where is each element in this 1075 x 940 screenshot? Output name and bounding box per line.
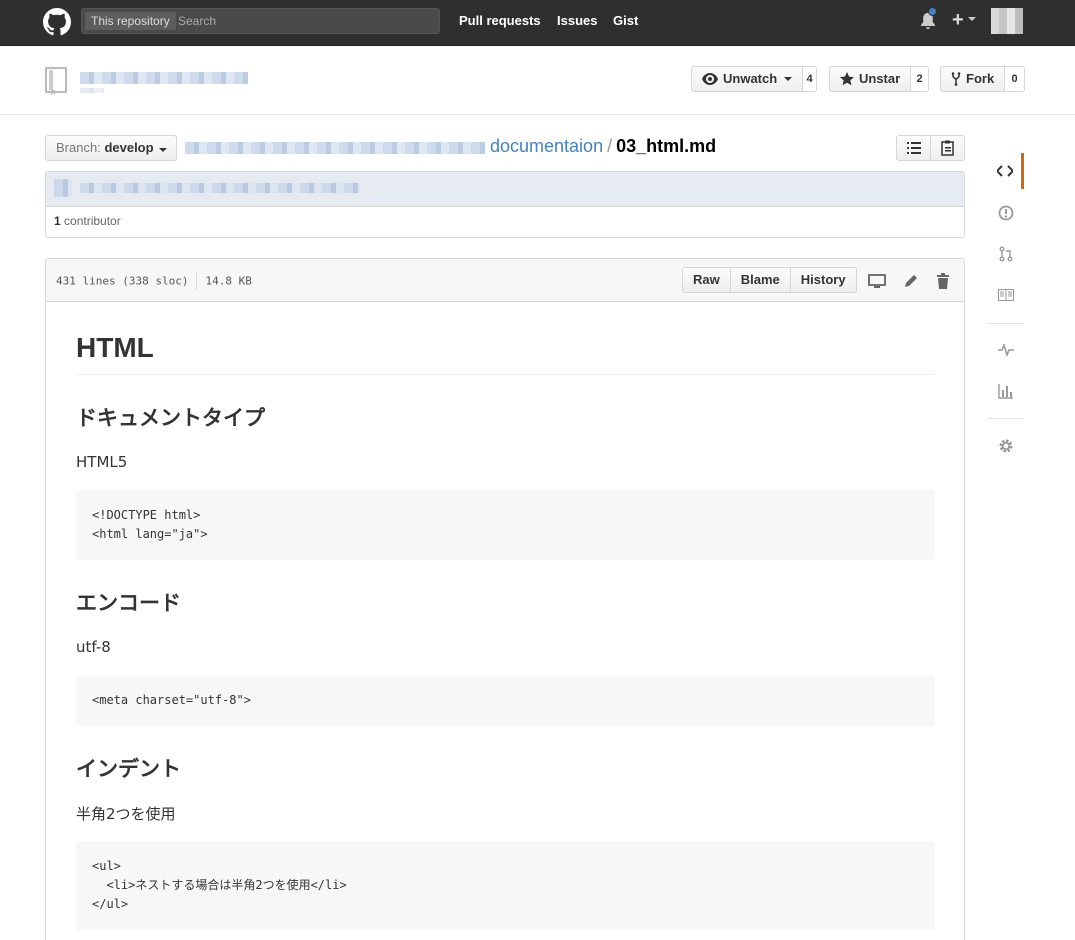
file-nav-button-group [896, 135, 965, 161]
trash-icon[interactable] [934, 272, 952, 290]
notification-unread-dot [928, 7, 937, 16]
fork-icon [951, 72, 961, 86]
list-icon [906, 142, 921, 154]
watch-count[interactable]: 4 [802, 67, 816, 91]
latest-commit-bar [46, 172, 964, 207]
md-heading-rule [76, 374, 935, 375]
sidebar-item-wiki[interactable] [988, 277, 1024, 313]
unstar-label: Unstar [859, 71, 901, 86]
fork-button[interactable]: Fork [941, 67, 1004, 91]
nav-issues[interactable]: Issues [557, 13, 597, 28]
pull-request-icon [999, 246, 1013, 262]
issue-opened-icon [998, 205, 1014, 221]
raw-button[interactable]: Raw [683, 268, 730, 292]
user-avatar[interactable] [991, 8, 1023, 34]
blame-button[interactable]: Blame [729, 268, 790, 292]
eye-icon [702, 73, 718, 85]
md-heading-indent: インデント [76, 757, 181, 781]
graph-icon [998, 384, 1013, 399]
fork-label: Fork [966, 71, 995, 86]
sidebar-item-issues[interactable] [988, 195, 1024, 231]
nav-gist[interactable]: Gist [613, 13, 638, 28]
md-heading-encode: エンコード [76, 591, 181, 615]
sidebar-item-code[interactable] [988, 153, 1024, 189]
search-input[interactable] [178, 11, 433, 31]
repo-name-redacted[interactable] [80, 72, 248, 84]
branch-prefix: Branch: [56, 140, 101, 155]
search-scope-label: This repository [85, 12, 176, 30]
jump-to-button[interactable] [897, 136, 930, 160]
sidebar-divider [988, 323, 1024, 324]
commit-author-avatar[interactable] [54, 179, 72, 197]
unstar-button[interactable]: Unstar [830, 67, 910, 91]
nav-pull-requests[interactable]: Pull requests [459, 13, 541, 28]
github-logo-icon[interactable] [43, 8, 71, 36]
create-new-plus-icon[interactable]: + [952, 9, 964, 32]
watch-button-group: Unwatch 4 [691, 66, 817, 92]
file-info: 431 lines (338 sloc) 14.8 KB [56, 273, 252, 290]
branch-caret-icon [159, 148, 168, 152]
file-viewer: 431 lines (338 sloc) 14.8 KB Raw Blame Hi… [45, 258, 965, 940]
desktop-icon[interactable] [868, 272, 886, 290]
latest-commit-box: 1 contributor [45, 171, 965, 238]
breadcrumb-file-name: 03_html.md [616, 136, 717, 156]
commit-message-redacted[interactable] [80, 183, 360, 193]
sidebar-divider [988, 418, 1024, 419]
create-new-caret-icon[interactable] [968, 17, 976, 21]
fork-button-group: Fork 0 [940, 66, 1025, 92]
sidebar-item-settings[interactable] [988, 428, 1024, 464]
code-icon [996, 165, 1013, 177]
breadcrumb-folder-link[interactable]: documentaion [490, 136, 603, 156]
gear-icon [999, 439, 1013, 453]
md-code-indent: <ul> <li>ネストする場合は半角2つを使用</li> </ul> [76, 841, 935, 930]
contributor-label[interactable]: contributor [64, 214, 121, 228]
book-icon [998, 289, 1014, 301]
history-button[interactable]: History [789, 268, 856, 292]
branch-selector-button[interactable]: Branch: develop [45, 135, 177, 161]
repo-header: Unwatch 4 Unstar 2 Fork 0 [0, 46, 1075, 115]
clipboard-icon [940, 140, 954, 156]
md-code-encode: <meta charset="utf-8"> [76, 675, 935, 726]
unwatch-label: Unwatch [723, 71, 778, 86]
pulse-icon [998, 344, 1014, 356]
md-heading-doctype: ドキュメントタイプ [76, 406, 265, 430]
md-paragraph-indent: 半角2つを使用 [76, 805, 176, 823]
sidebar-item-pulse[interactable] [988, 332, 1024, 368]
file-header: 431 lines (338 sloc) 14.8 KB Raw Blame Hi… [46, 259, 964, 302]
sidebar-item-pull-requests[interactable] [988, 236, 1024, 272]
file-info-divider [196, 273, 198, 290]
file-size: 14.8 KB [205, 274, 252, 288]
breadcrumb: documentaion/03_html.md [490, 136, 716, 157]
md-code-doctype: <!DOCTYPE html> <html lang="ja"> [76, 490, 935, 560]
copy-path-button[interactable] [930, 136, 964, 160]
fork-count[interactable]: 0 [1004, 67, 1024, 91]
breadcrumb-root-redacted[interactable] [185, 142, 485, 154]
branch-name: develop [104, 140, 154, 155]
repo-owner-redacted [80, 88, 104, 93]
star-count[interactable]: 2 [910, 67, 928, 91]
repo-book-icon [45, 67, 67, 95]
file-view-actions: Raw Blame History [682, 267, 857, 293]
md-paragraph-doctype: HTML5 [76, 453, 128, 471]
search-box: This repository [81, 8, 440, 34]
pencil-icon[interactable] [902, 272, 920, 290]
sidebar-item-graphs[interactable] [988, 373, 1024, 409]
star-button-group: Unstar 2 [829, 66, 929, 92]
md-paragraph-encode: utf-8 [76, 638, 111, 656]
watch-caret-icon [784, 77, 793, 81]
breadcrumb-separator: / [607, 136, 613, 156]
file-lines: 431 lines (338 sloc) [56, 274, 189, 288]
site-header: This repository Pull requests Issues Gis… [0, 0, 1075, 46]
contributors-line: 1 contributor [46, 207, 964, 235]
contributor-count: 1 [54, 214, 61, 228]
md-heading-h1: HTML [76, 332, 154, 363]
star-icon [840, 72, 854, 86]
unwatch-button[interactable]: Unwatch [692, 67, 802, 91]
